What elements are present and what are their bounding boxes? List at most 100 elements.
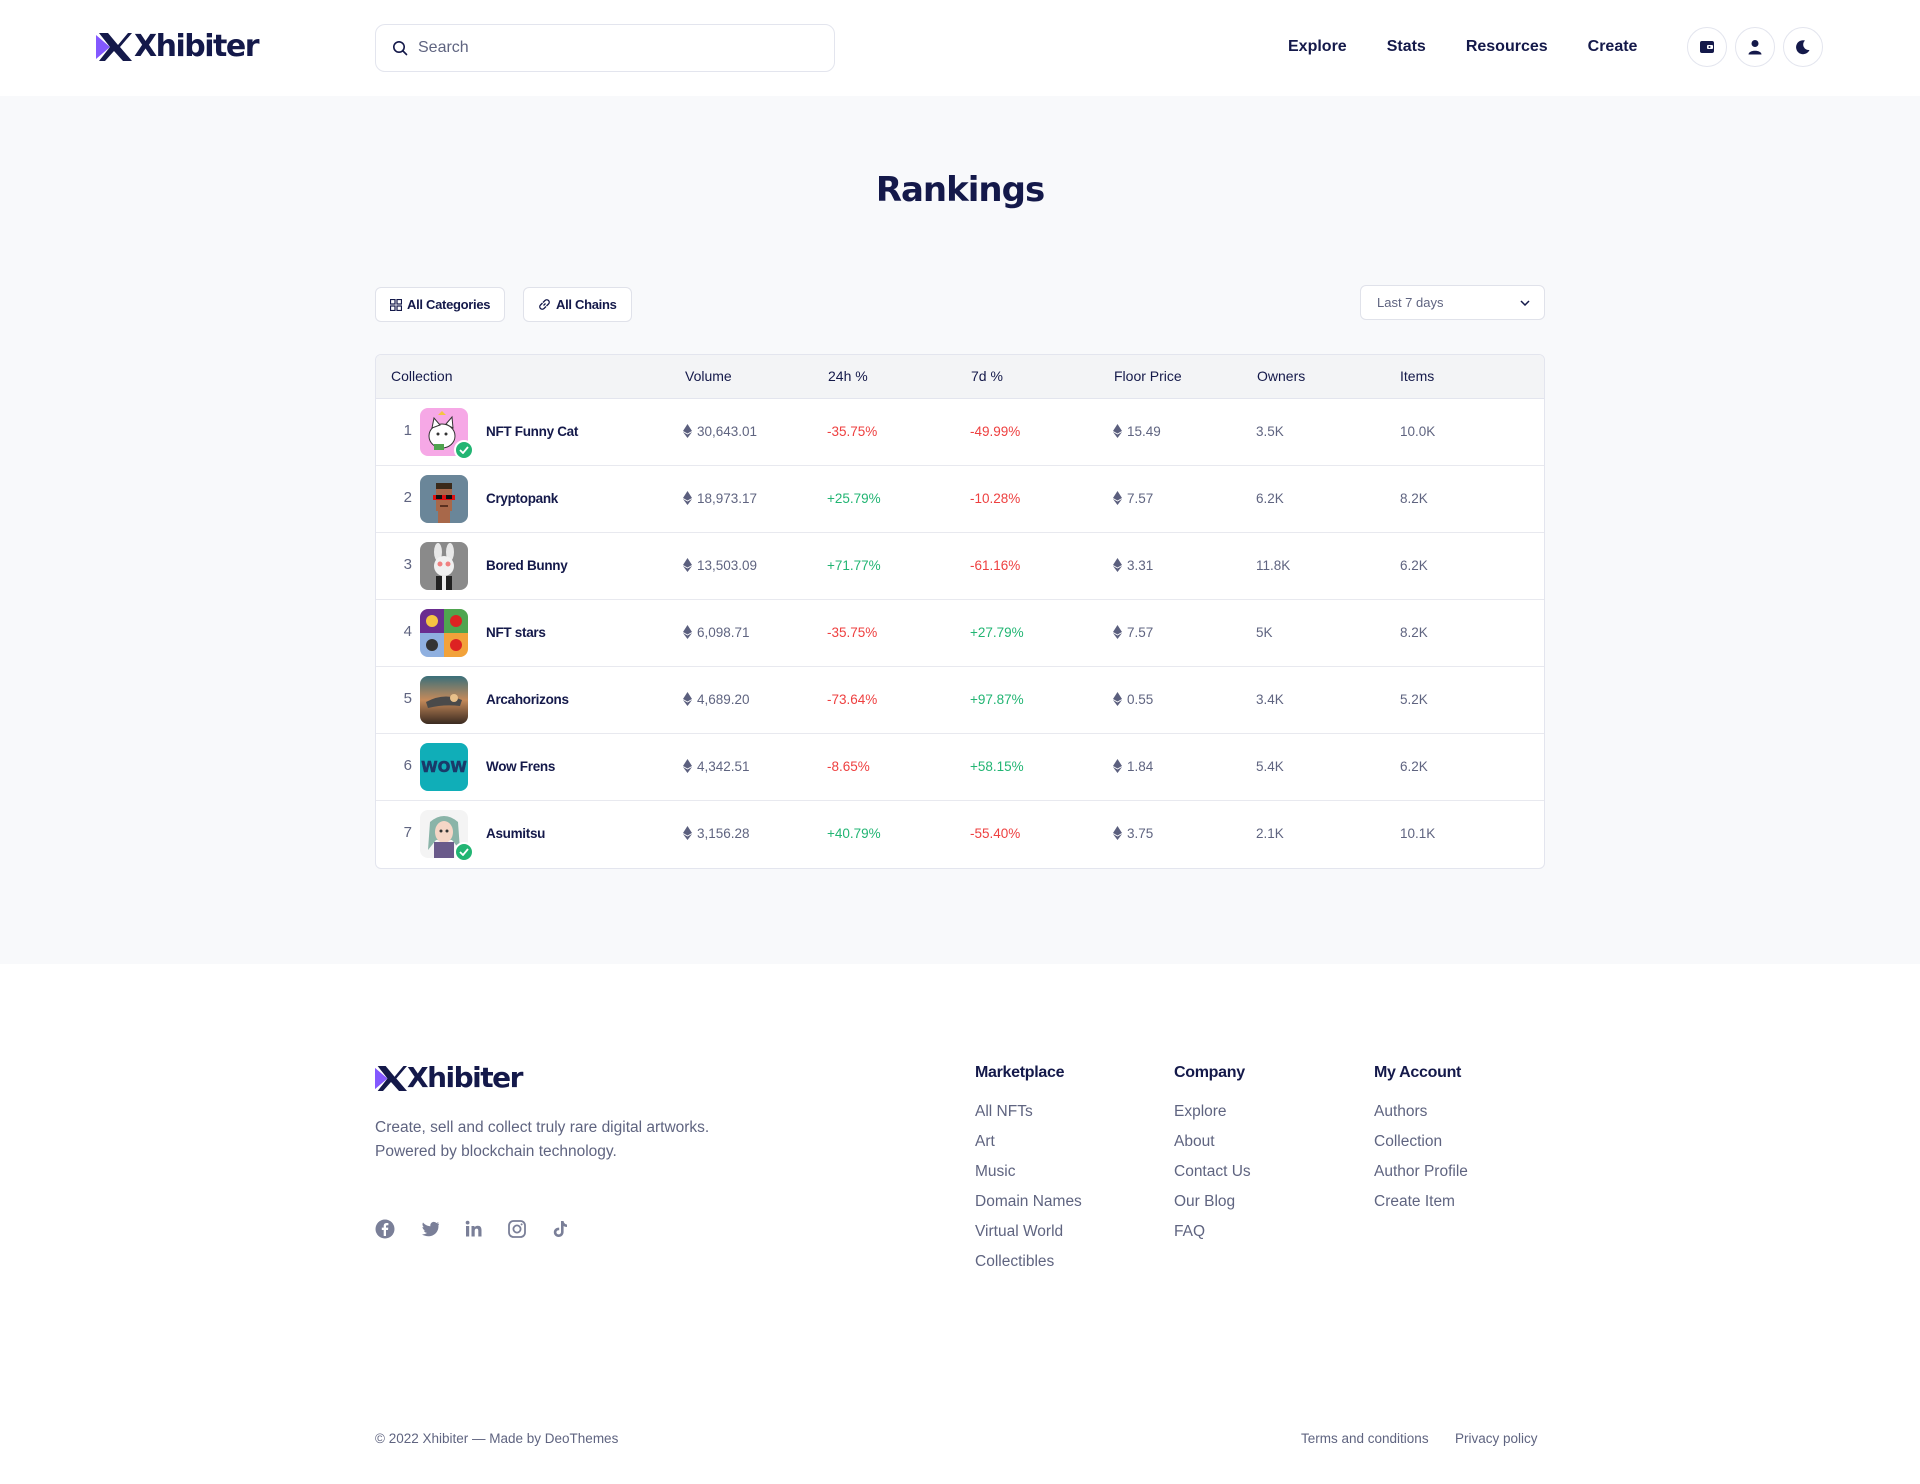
footer-link[interactable]: Create Item: [1374, 1192, 1468, 1222]
footer-link[interactable]: Collectibles: [975, 1252, 1082, 1282]
nav-resources[interactable]: Resources: [1466, 36, 1548, 58]
all-categories-button[interactable]: All Categories: [375, 287, 506, 322]
footer-link[interactable]: Authors: [1374, 1102, 1468, 1132]
facebook-link[interactable]: [375, 1219, 395, 1244]
rank-number: 4: [403, 623, 412, 640]
verified-badge: [454, 440, 474, 460]
profile-button[interactable]: [1735, 27, 1775, 67]
collection-thumbnail[interactable]: [420, 542, 468, 590]
volume-cell: 18,973.17: [683, 490, 757, 508]
floor-price-cell: 3.75: [1113, 825, 1153, 843]
floor-price-cell: 15.49: [1113, 423, 1161, 441]
collection-thumbnail[interactable]: [420, 609, 468, 657]
footer-link[interactable]: Domain Names: [975, 1192, 1082, 1222]
tiktok-link[interactable]: [550, 1219, 570, 1244]
owners-value: 5K: [1256, 625, 1273, 640]
collection-name[interactable]: Bored Bunny: [486, 557, 568, 575]
wallet-icon: [1700, 41, 1714, 53]
collection-thumbnail[interactable]: WOW: [420, 743, 468, 791]
items-value: 8.2K: [1400, 625, 1428, 640]
collection-thumbnail[interactable]: [420, 408, 474, 460]
table-row[interactable]: 3 Bored Bunny 13,503.09 +71.77% -61.16% 3.31 1…: [376, 533, 1544, 600]
table-row[interactable]: 5 Arcahorizons 4,689.20 -73.64% +97.87% 0.55 3…: [376, 667, 1544, 734]
volume-value: 6,098.71: [697, 625, 750, 640]
table-row[interactable]: 2 Cryptopank 18,973.17 +25.79% -10.28% 7.57 6.…: [376, 466, 1544, 533]
items-value: 10.0K: [1400, 424, 1436, 439]
footer-logo[interactable]: Xhibiter: [375, 1061, 523, 1095]
footer-link[interactable]: About: [1174, 1132, 1251, 1162]
change-7d: -10.28%: [970, 491, 1021, 506]
footer-link[interactable]: Collection: [1374, 1132, 1468, 1162]
twitter-link[interactable]: [420, 1219, 440, 1244]
collection-name[interactable]: Asumitsu: [486, 825, 545, 843]
items-value: 6.2K: [1400, 759, 1428, 774]
footer-link[interactable]: Author Profile: [1374, 1162, 1468, 1192]
theme-toggle-button[interactable]: [1783, 27, 1823, 67]
floor-price-value: 1.84: [1127, 759, 1154, 774]
eth-icon: [1113, 491, 1122, 505]
table-row[interactable]: 1 NFT Funny Cat 30,643.01 -35.75% -49.99% 15.…: [376, 399, 1544, 466]
footer-link[interactable]: Explore: [1174, 1102, 1251, 1132]
eth-icon: [1113, 692, 1122, 706]
owners-value: 11.8K: [1256, 558, 1291, 573]
footer-link[interactable]: All NFTs: [975, 1102, 1082, 1132]
header-24h: 24h %: [828, 368, 868, 384]
user-icon: [1748, 40, 1762, 55]
floor-price-value: 15.49: [1127, 424, 1161, 439]
table-row[interactable]: 6 WOW Wow Frens 4,342.51 -8.65% +58.15% 1.84 5.…: [376, 734, 1544, 801]
all-chains-button[interactable]: All Chains: [523, 287, 632, 322]
collection-thumbnail[interactable]: [420, 676, 468, 724]
brand-logo[interactable]: Xhibiter: [96, 30, 260, 64]
change-7d: +58.15%: [970, 759, 1024, 774]
change-7d: +27.79%: [970, 625, 1024, 640]
instagram-icon: [508, 1220, 526, 1238]
collection-name[interactable]: NFT Funny Cat: [486, 423, 578, 441]
collection-image: [420, 609, 468, 657]
terms-link[interactable]: Terms and conditions: [1301, 1431, 1429, 1446]
moon-icon: [1796, 40, 1810, 55]
table-row[interactable]: 7 Asumitsu 3,156.28 +40.79% -55.40% 3.75 2.1K 1…: [376, 801, 1544, 868]
logo-mark-icon: [375, 1065, 407, 1091]
change-7d: -49.99%: [970, 424, 1021, 439]
period-select[interactable]: Last 7 days: [1360, 285, 1545, 320]
change-7d: -55.40%: [970, 826, 1021, 841]
owners-value: 3.4K: [1256, 692, 1284, 707]
search-bar[interactable]: [375, 24, 835, 72]
footer-link[interactable]: Contact Us: [1174, 1162, 1251, 1192]
nav-create[interactable]: Create: [1588, 36, 1638, 58]
eth-icon: [683, 826, 692, 840]
footer-link[interactable]: Virtual World: [975, 1222, 1082, 1252]
footer-link[interactable]: FAQ: [1174, 1222, 1251, 1252]
eth-icon: [683, 625, 692, 639]
privacy-link[interactable]: Privacy policy: [1455, 1431, 1538, 1446]
rank-number: 3: [403, 556, 412, 573]
footer-link[interactable]: Music: [975, 1162, 1082, 1192]
linkedin-link[interactable]: [464, 1219, 484, 1244]
eth-icon: [683, 558, 692, 572]
collection-image: [420, 542, 468, 590]
linkedin-icon: [465, 1220, 482, 1237]
footer-link[interactable]: Art: [975, 1132, 1082, 1162]
volume-cell: 30,643.01: [683, 423, 757, 441]
table-row[interactable]: 4 NFT stars 6,098.71 -35.75% +27.79% 7.57 5K 8.…: [376, 600, 1544, 667]
collection-name[interactable]: Wow Frens: [486, 758, 555, 776]
instagram-link[interactable]: [507, 1219, 527, 1244]
wallet-button[interactable]: [1687, 27, 1727, 67]
volume-value: 18,973.17: [697, 491, 758, 506]
header-owners: Owners: [1257, 368, 1306, 384]
collection-name[interactable]: NFT stars: [486, 624, 546, 642]
nav-stats[interactable]: Stats: [1387, 36, 1426, 58]
nav-explore[interactable]: Explore: [1288, 36, 1347, 58]
collection-thumbnail[interactable]: [420, 810, 474, 862]
footer-column-my-account: My Account Authors Collection Author Profil…: [1374, 1064, 1468, 1222]
collection-name[interactable]: Arcahorizons: [486, 691, 569, 709]
grid-icon: [390, 298, 402, 311]
search-input[interactable]: [418, 39, 798, 57]
collection-thumbnail[interactable]: [420, 475, 468, 523]
footer-column-title: My Account: [1374, 1064, 1462, 1081]
footer-link[interactable]: Our Blog: [1174, 1192, 1251, 1222]
floor-price-cell: 3.31: [1113, 557, 1153, 575]
collection-name[interactable]: Cryptopank: [486, 490, 558, 508]
items-value: 6.2K: [1400, 558, 1428, 573]
volume-value: 13,503.09: [697, 558, 758, 573]
